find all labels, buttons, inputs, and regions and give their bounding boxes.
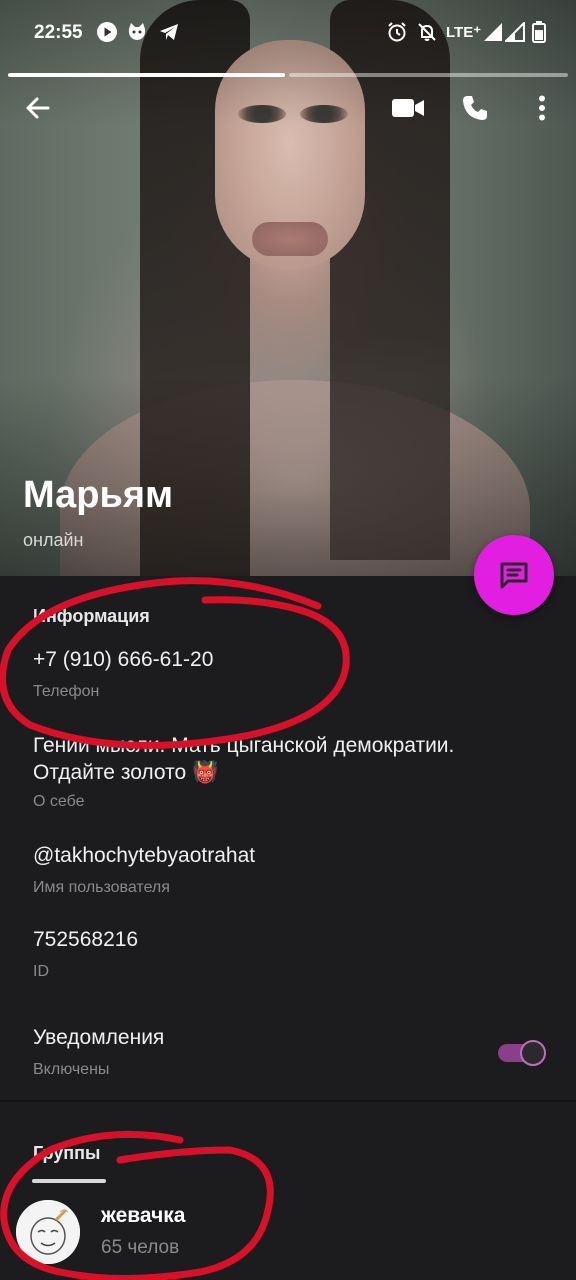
telegram-icon bbox=[158, 21, 180, 43]
section-divider bbox=[0, 1100, 576, 1102]
phone-value: +7 (910) 666-61-20 bbox=[33, 648, 214, 671]
tab-indicator bbox=[32, 1179, 106, 1183]
phone-icon bbox=[463, 96, 487, 120]
notifications-state: Включены bbox=[33, 1061, 110, 1078]
info-section-title: Информация bbox=[33, 606, 150, 626]
more-vertical-icon bbox=[539, 95, 545, 121]
message-icon bbox=[500, 562, 528, 589]
network-type: LTE⁺ bbox=[446, 24, 482, 41]
bio-line-2: Отдайте золото 👹 bbox=[33, 761, 219, 784]
battery-icon bbox=[528, 21, 550, 43]
id-value: 752568216 bbox=[33, 928, 139, 951]
send-message-button[interactable] bbox=[474, 535, 554, 615]
tab-groups[interactable]: Группы bbox=[33, 1143, 100, 1164]
status-bar: 22:55 LTE⁺ bbox=[0, 0, 576, 66]
profile-status: онлайн bbox=[23, 530, 84, 550]
username-value: @takhochytebyaotrahat bbox=[33, 844, 256, 867]
play-circle-icon bbox=[96, 21, 118, 43]
photo-indicator-inactive bbox=[289, 73, 568, 77]
back-button[interactable] bbox=[18, 88, 58, 128]
group-avatar bbox=[16, 1200, 80, 1264]
phone-caption: Телефон bbox=[33, 683, 100, 700]
voice-call-button[interactable] bbox=[455, 88, 495, 128]
cat-app-icon bbox=[126, 21, 148, 43]
group-name: жевачка bbox=[101, 1204, 186, 1227]
id-caption: ID bbox=[33, 963, 49, 980]
profile-name: Марьям bbox=[23, 474, 174, 516]
signal-icon bbox=[504, 21, 526, 43]
video-camera-icon bbox=[392, 99, 424, 117]
username-caption: Имя пользователя bbox=[33, 879, 170, 896]
toggle-knob bbox=[520, 1040, 546, 1066]
photo-indicator-active bbox=[8, 73, 285, 77]
more-button[interactable] bbox=[522, 88, 562, 128]
notifications-toggle[interactable] bbox=[498, 1040, 546, 1066]
bio-caption: О себе bbox=[33, 793, 85, 810]
group-members: 65 челов bbox=[101, 1237, 180, 1258]
alarm-icon bbox=[386, 21, 408, 43]
notifications-off-icon bbox=[416, 21, 438, 43]
video-call-button[interactable] bbox=[388, 88, 428, 128]
arrow-left-icon bbox=[26, 97, 50, 119]
signal-icon bbox=[482, 21, 504, 43]
notifications-label: Уведомления bbox=[33, 1026, 165, 1049]
status-time: 22:55 bbox=[34, 22, 83, 43]
meme-face-icon bbox=[16, 1200, 80, 1264]
